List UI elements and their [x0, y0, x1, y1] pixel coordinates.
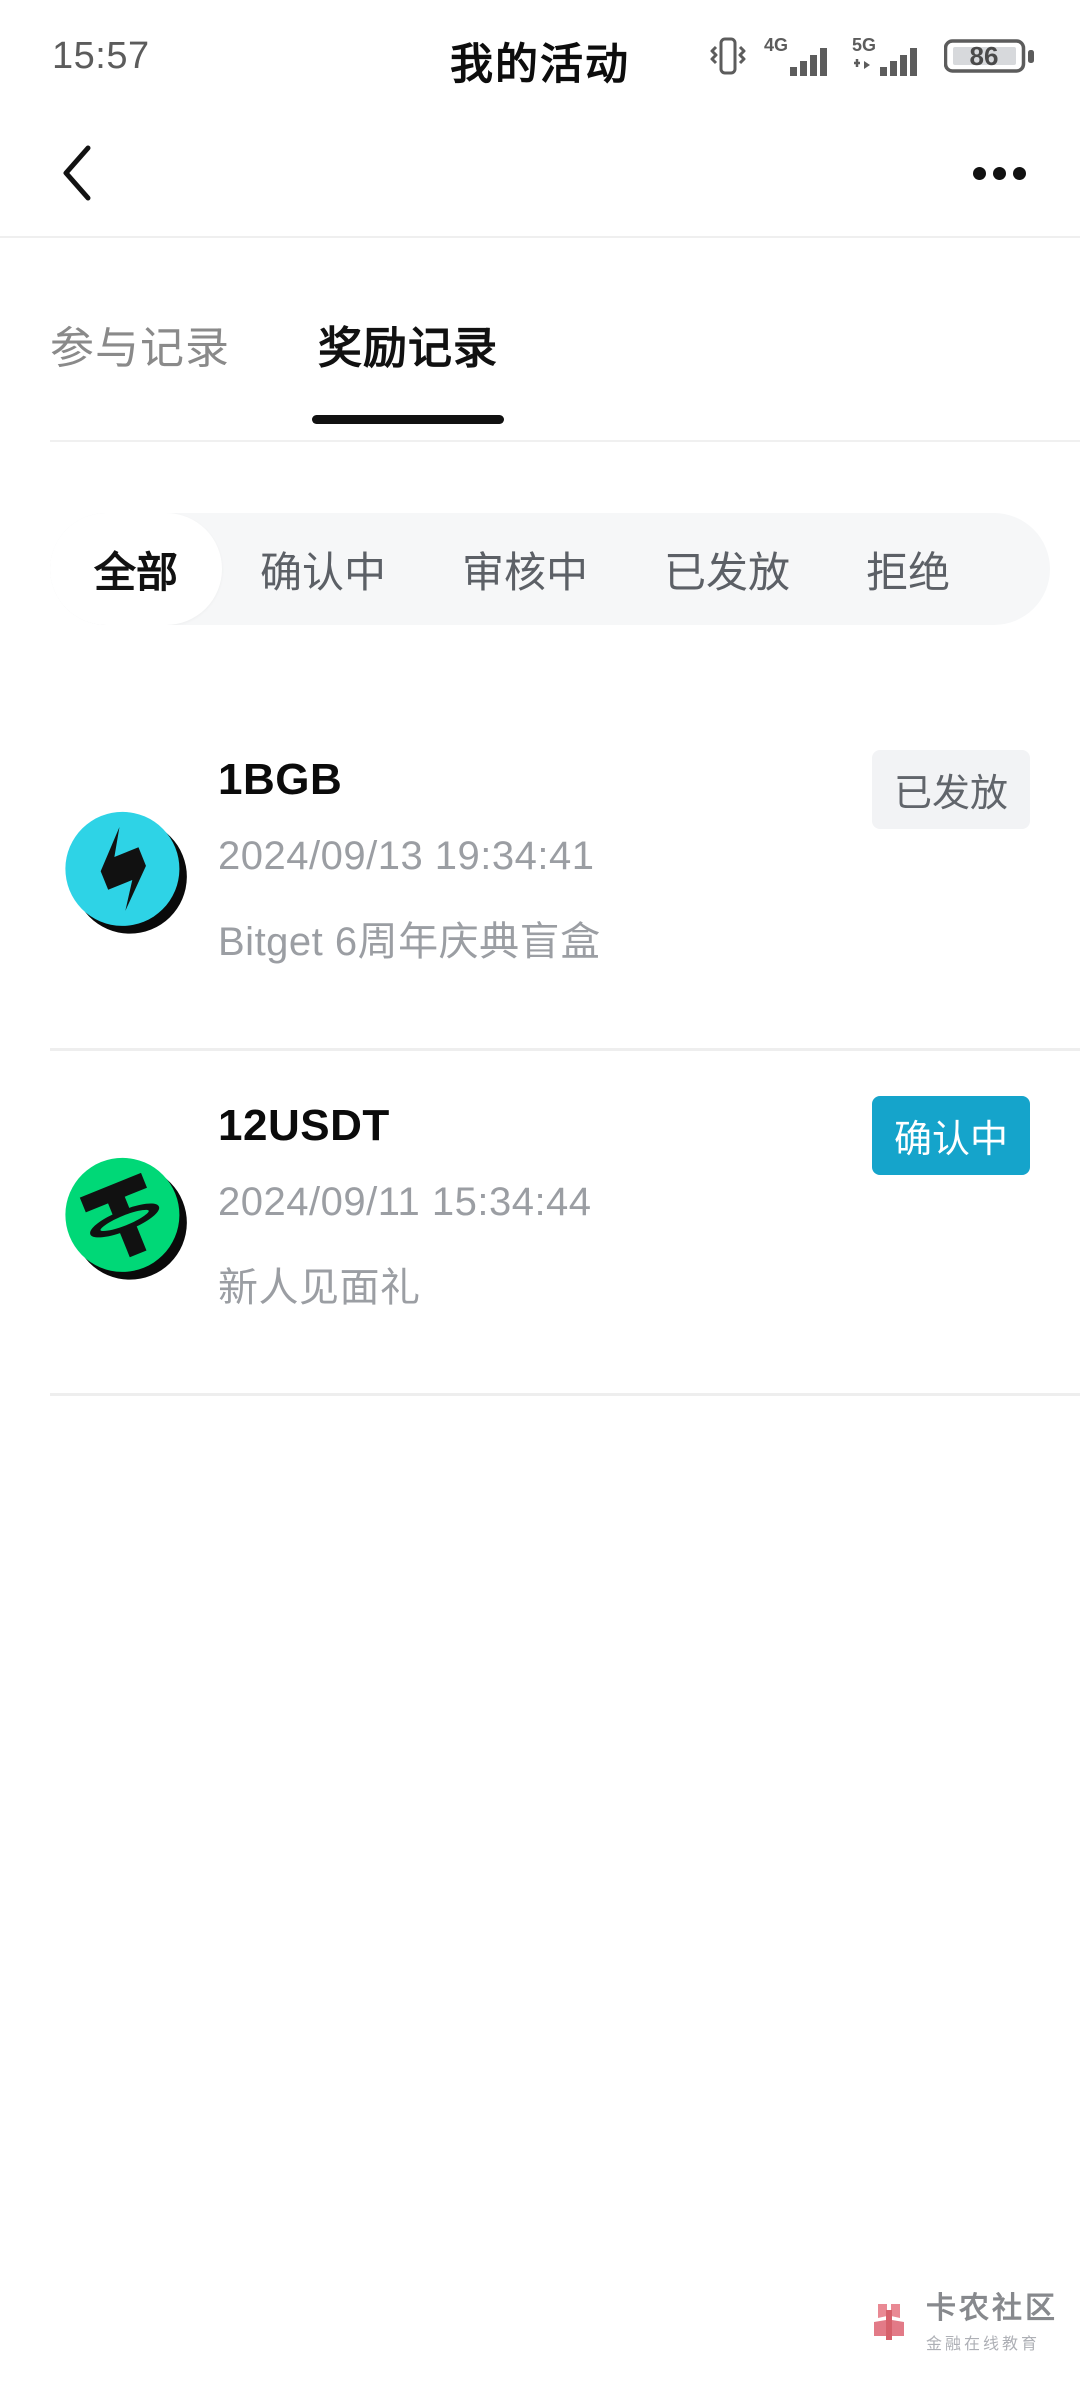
list-item-content: 12USDT 2024/09/11 15:34:44 新人见面礼 确认中 — [200, 1068, 1030, 1313]
status-badge: 确认中 — [871, 1096, 1030, 1175]
reward-record-list: 1BGB 2024/09/13 19:34:41 Bitget 6周年庆典盲盒 … — [0, 722, 1080, 1414]
list-item-divider — [50, 1393, 1080, 1396]
filter-chip-all[interactable]: 全部 — [50, 513, 223, 625]
status-filter-bar: 全部 确认中 审核中 已发放 拒绝 — [50, 513, 1050, 625]
tab-label: 参与记录 — [50, 324, 230, 373]
list-item-divider — [50, 1048, 1080, 1051]
chevron-left-icon — [63, 145, 91, 201]
reward-description: Bitget 6周年庆典盲盒 — [218, 920, 601, 965]
filter-chip-label: 已发放 — [664, 548, 791, 596]
filter-chip-label: 全部 — [94, 548, 179, 596]
phone-screen: 15:57 4G 5G 86 我的活动 参与记录 奖励记录 全部 确认中 审核中… — [0, 0, 1080, 2388]
bgb-coin-icon — [50, 780, 200, 960]
header-divider — [0, 236, 1080, 238]
vibrate-icon — [708, 33, 748, 79]
tab-bar-divider — [50, 440, 1080, 442]
filter-chip-label: 拒绝 — [866, 548, 951, 596]
signal-5g-icon: 5G — [852, 33, 928, 79]
filter-chip-distributed[interactable]: 已发放 — [626, 513, 828, 625]
tab-bar: 参与记录 奖励记录 — [0, 300, 1080, 446]
filter-chip-rejected[interactable]: 拒绝 — [828, 513, 988, 625]
reward-description: 新人见面礼 — [218, 1266, 421, 1311]
flower-logo-icon — [864, 2296, 914, 2351]
filter-chip-label: 审核中 — [462, 548, 589, 596]
watermark-tagline: 金融在线教育 — [926, 2336, 1041, 2353]
watermark-name: 卡农社区 — [926, 2292, 1058, 2325]
list-item[interactable]: 1BGB 2024/09/13 19:34:41 Bitget 6周年庆典盲盒 … — [0, 722, 1080, 1068]
status-indicators: 4G 5G 86 — [708, 33, 1036, 79]
filter-chip-label: 确认中 — [260, 548, 387, 596]
filter-chip-reviewing[interactable]: 审核中 — [424, 513, 626, 625]
list-item-content: 1BGB 2024/09/13 19:34:41 Bitget 6周年庆典盲盒 … — [200, 722, 1030, 967]
back-button[interactable] — [44, 138, 114, 208]
usdt-coin-icon — [50, 1126, 200, 1306]
more-horizontal-icon — [1012, 166, 1026, 180]
app-header — [0, 112, 1080, 234]
watermark: 卡农社区 金融在线教育 — [864, 2292, 1058, 2354]
filter-chip-confirming[interactable]: 确认中 — [222, 513, 424, 625]
more-options-button[interactable] — [964, 138, 1034, 208]
svg-text:5G: 5G — [852, 35, 876, 55]
more-horizontal-icon — [992, 166, 1006, 180]
more-horizontal-icon — [972, 166, 986, 180]
tab-label: 奖励记录 — [318, 324, 498, 373]
svg-text:4G: 4G — [764, 35, 788, 55]
status-bar: 15:57 4G 5G 86 — [0, 0, 1080, 112]
reward-date: 2024/09/11 15:34:44 — [218, 1180, 592, 1225]
signal-4g-icon: 4G — [764, 33, 836, 79]
reward-date: 2024/09/13 19:34:41 — [218, 834, 595, 879]
status-badge: 已发放 — [871, 750, 1030, 829]
tab-reward-records[interactable]: 奖励记录 — [312, 300, 504, 446]
battery-level-text: 86 — [969, 40, 999, 71]
tab-participation-records[interactable]: 参与记录 — [50, 300, 230, 446]
list-item[interactable]: 12USDT 2024/09/11 15:34:44 新人见面礼 确认中 — [0, 1068, 1080, 1414]
battery-icon: 86 — [944, 33, 1036, 79]
watermark-text: 卡农社区 金融在线教育 — [926, 2292, 1058, 2354]
status-time: 15:57 — [52, 34, 150, 77]
active-tab-indicator — [312, 415, 504, 424]
